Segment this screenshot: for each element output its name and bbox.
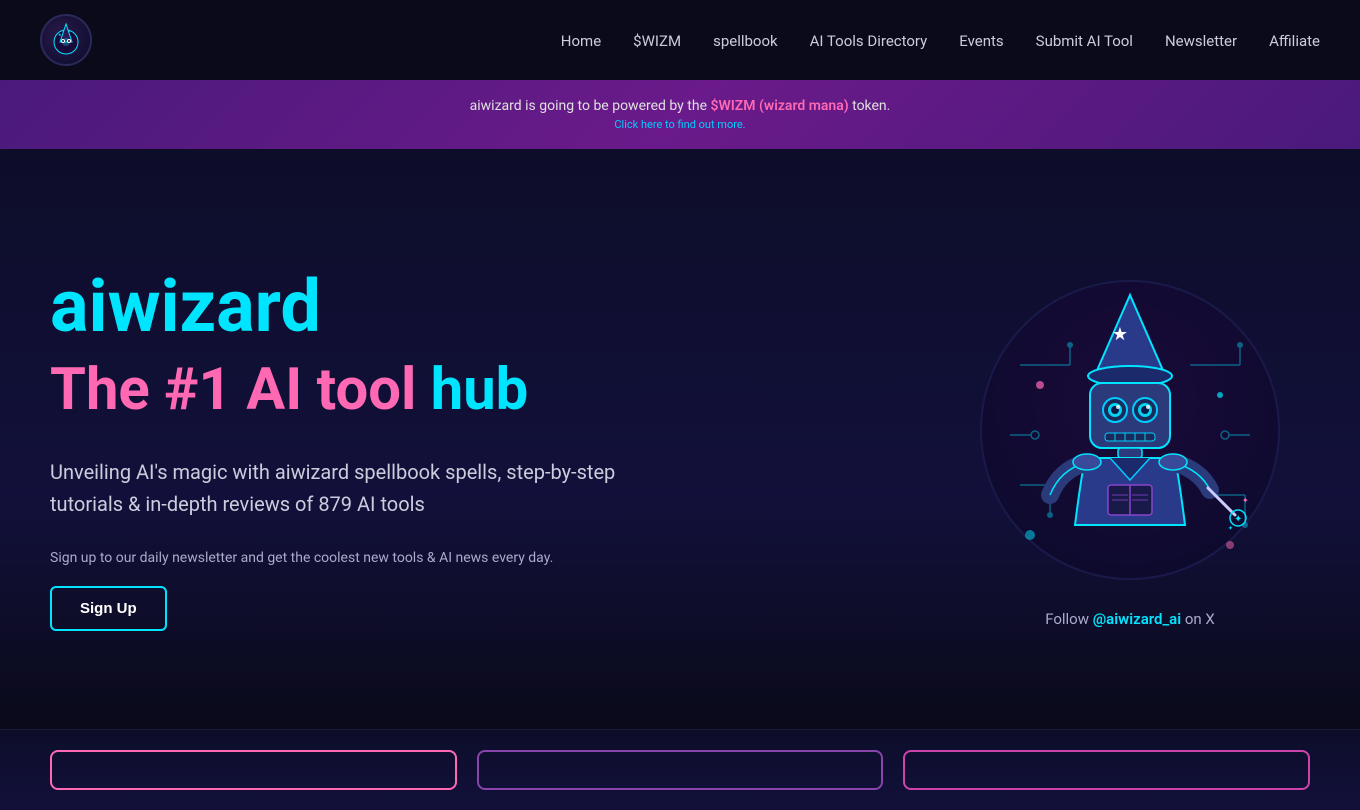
svg-text:★: ★	[1112, 324, 1128, 345]
twitter-handle[interactable]: @aiwizard_ai	[1093, 610, 1181, 628]
nav-ai-tools-directory[interactable]: AI Tools Directory	[810, 32, 928, 50]
navigation: ★ ★ Home $WIZM spellbook AI Tools Direct…	[0, 0, 1360, 80]
nav-events[interactable]: Events	[959, 32, 1003, 50]
logo[interactable]: ★ ★	[40, 14, 92, 66]
bottom-card-1	[50, 750, 457, 790]
svg-text:✦: ✦	[1228, 525, 1233, 532]
bottom-strip	[0, 729, 1360, 810]
hero-title: aiwizard	[50, 267, 690, 346]
hero-newsletter-text: Sign up to our daily newsletter and get …	[50, 550, 690, 566]
hero-subtitle: The #1 AI tool hub	[50, 356, 690, 426]
nav-wizm[interactable]: $WIZM	[633, 32, 681, 50]
bottom-card-2	[477, 750, 884, 790]
sign-up-button[interactable]: Sign Up	[50, 586, 167, 631]
nav-newsletter[interactable]: Newsletter	[1165, 32, 1237, 50]
hero-section: aiwizard The #1 AI tool hub Unveiling AI…	[0, 149, 1360, 729]
svg-text:★: ★	[68, 29, 71, 33]
svg-text:✦: ✦	[1242, 496, 1249, 505]
hero-content-right: ★	[950, 270, 1310, 628]
hero-content-left: aiwizard The #1 AI tool hub Unveiling AI…	[50, 267, 690, 631]
announcement-text: aiwizard is going to be powered by the $…	[20, 98, 1340, 114]
logo-icon: ★ ★	[40, 14, 92, 66]
svg-text:✦: ✦	[1234, 514, 1242, 525]
nav-submit-ai-tool[interactable]: Submit AI Tool	[1036, 32, 1133, 50]
wizard-svg: ★	[990, 285, 1270, 575]
follow-text: Follow @aiwizard_ai on X	[1045, 610, 1215, 628]
announcement-banner[interactable]: aiwizard is going to be powered by the $…	[0, 80, 1360, 149]
nav-links: Home $WIZM spellbook AI Tools Directory …	[561, 31, 1320, 50]
announcement-link[interactable]: Click here to find out more.	[20, 118, 1340, 131]
nav-spellbook[interactable]: spellbook	[713, 32, 778, 50]
wizard-image: ★	[970, 270, 1290, 590]
svg-text:★: ★	[58, 32, 62, 37]
hero-description: Unveiling AI's magic with aiwizard spell…	[50, 456, 650, 520]
nav-affiliate[interactable]: Affiliate	[1269, 32, 1320, 50]
nav-home[interactable]: Home	[561, 32, 601, 50]
bottom-card-3	[903, 750, 1310, 790]
